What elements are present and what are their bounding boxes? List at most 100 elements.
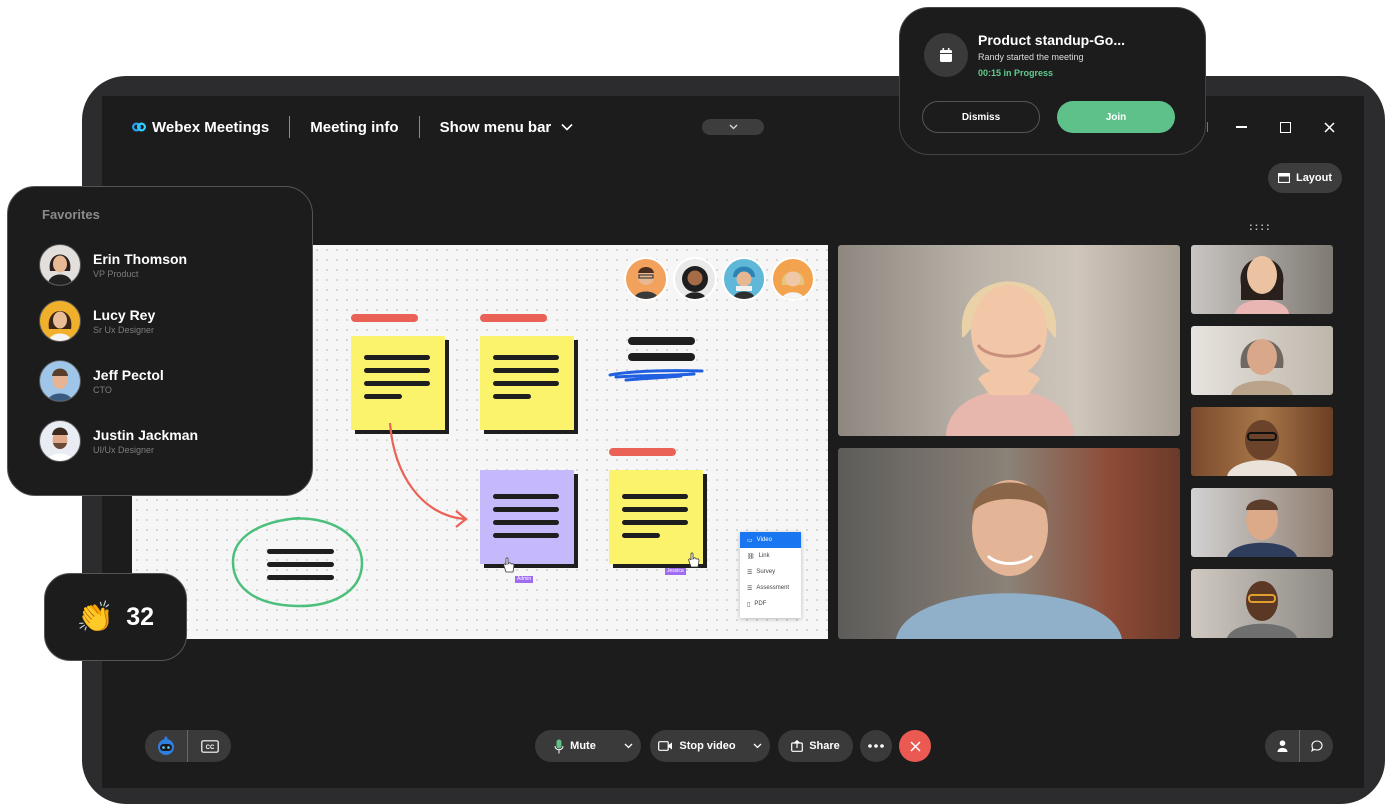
chevron-down-icon (561, 123, 573, 131)
microphone-icon (554, 739, 564, 753)
avatar (39, 300, 81, 342)
sticky-note[interactable] (609, 470, 703, 564)
close-icon[interactable] (1320, 118, 1338, 136)
share-label: Share (809, 740, 840, 752)
circle-drawing (231, 516, 364, 608)
participant-thumbnail[interactable] (1191, 326, 1333, 395)
close-icon (909, 740, 921, 752)
contact-role: UI/Ux Designer (93, 445, 155, 455)
favorite-contact[interactable]: Justin Jackman UI/Ux Designer (39, 420, 198, 462)
drawn-line (628, 353, 695, 361)
participant-video-main-2[interactable] (838, 448, 1180, 639)
menu-item-video[interactable]: ▭ Video (740, 532, 801, 548)
assistant-button[interactable] (145, 730, 187, 762)
sticky-tag (609, 448, 676, 456)
insert-menu: ▭ Video ⛓ Link ☰ Survey ☰ Assessment ▯ PDF (740, 532, 801, 618)
show-menu-bar-label: Show menu bar (439, 118, 552, 136)
meeting-info-button[interactable]: Meeting info (310, 119, 398, 136)
menu-item-survey[interactable]: ☰ Survey (740, 564, 801, 580)
favorites-title: Favorites (42, 207, 100, 222)
layout-button[interactable]: Layout (1268, 163, 1342, 193)
stop-video-label: Stop video (679, 740, 736, 752)
list-icon: ☰ (747, 569, 753, 576)
participant-video-main-1[interactable] (838, 245, 1180, 436)
mute-button[interactable]: Mute (535, 730, 615, 762)
reaction-count: 32 (126, 602, 155, 631)
webex-logo-icon (132, 122, 146, 132)
mute-label: Mute (570, 740, 596, 752)
meeting-notification: Product standup-Go... Randy started the … (899, 7, 1206, 155)
sticky-note[interactable] (480, 470, 574, 564)
contact-name: Jeff Pectol (93, 367, 164, 383)
hand-cursor-icon (503, 557, 515, 573)
link-icon: ⛓ (747, 553, 755, 560)
avatar (39, 420, 81, 462)
contact-name: Erin Thomson (93, 251, 188, 267)
drag-handle-icon[interactable]: :::: (1249, 221, 1272, 233)
collaborator-avatar[interactable] (673, 257, 717, 301)
cursor-label: Jessica (665, 568, 686, 575)
share-button[interactable]: Share (778, 730, 853, 762)
svg-text:CC: CC (205, 745, 214, 751)
closed-captions-button[interactable]: CC (188, 730, 231, 762)
contact-name: Justin Jackman (93, 427, 199, 443)
person-icon (1277, 740, 1287, 752)
participant-thumbnail[interactable] (1191, 488, 1333, 557)
camera-icon (658, 741, 673, 751)
video-options-button[interactable] (744, 730, 770, 762)
stop-video-button[interactable]: Stop video (650, 730, 744, 762)
reaction-counter[interactable]: 👏 32 (44, 573, 187, 661)
divider (418, 116, 420, 138)
contact-role: CTO (93, 385, 112, 395)
right-controls (1265, 730, 1333, 762)
chat-icon (1310, 740, 1323, 752)
sticky-note[interactable] (480, 336, 574, 430)
collaborator-avatar[interactable] (722, 257, 766, 301)
menu-item-pdf[interactable]: ▯ PDF (740, 596, 801, 612)
share-icon (791, 740, 804, 752)
participant-thumbnail[interactable] (1191, 245, 1333, 314)
cursor-label: Admin (515, 576, 534, 583)
collaborator-avatar[interactable] (624, 257, 668, 301)
favorite-contact[interactable]: Erin Thomson VP Product (39, 244, 187, 286)
app-name: Webex Meetings (152, 118, 270, 136)
dismiss-button[interactable]: Dismiss (922, 101, 1040, 133)
more-options-button[interactable] (860, 730, 892, 762)
participant-thumbnail[interactable] (1191, 569, 1333, 638)
contact-name: Lucy Rey (93, 307, 156, 323)
chevron-down-icon (624, 743, 632, 749)
closed-captions-icon: CC (200, 739, 219, 753)
collapse-toolbar-button[interactable] (702, 119, 764, 135)
document-icon: ▯ (747, 601, 751, 608)
join-button[interactable]: Join (1057, 101, 1175, 133)
mute-options-button[interactable] (615, 730, 641, 762)
minimize-icon[interactable] (1232, 118, 1250, 136)
menu-item-assessment[interactable]: ☰ Assessment (740, 580, 801, 596)
participant-photo (896, 480, 1122, 639)
maximize-icon[interactable] (1276, 118, 1294, 136)
contact-role: Sr Ux Designer (93, 325, 155, 335)
show-menu-bar-button[interactable]: Show menu bar (440, 119, 574, 136)
favorite-contact[interactable]: Jeff Pectol CTO (39, 360, 164, 402)
connector-arrow (388, 422, 468, 528)
participant-photo (946, 281, 1074, 436)
avatar (39, 244, 81, 286)
video-control: Stop video (650, 730, 770, 762)
app-brand: Webex Meetings (132, 119, 269, 136)
menu-item-link[interactable]: ⛓ Link (740, 548, 801, 564)
sticky-tag (480, 314, 547, 322)
chevron-down-icon (729, 124, 737, 130)
hand-cursor-icon (688, 552, 700, 568)
sticky-tag (351, 314, 418, 322)
notification-subtitle: Randy started the meeting (978, 52, 1084, 62)
participants-button[interactable] (1265, 730, 1299, 762)
avatar (39, 360, 81, 402)
assistant-bot-icon (158, 736, 174, 755)
participant-thumbnail[interactable] (1191, 407, 1333, 476)
favorite-contact[interactable]: Lucy Rey Sr Ux Designer (39, 300, 155, 342)
contact-role: VP Product (93, 269, 139, 279)
chat-button[interactable] (1300, 730, 1333, 762)
collaborator-avatar[interactable] (771, 257, 815, 301)
more-icon (868, 744, 884, 748)
end-call-button[interactable] (899, 730, 931, 762)
